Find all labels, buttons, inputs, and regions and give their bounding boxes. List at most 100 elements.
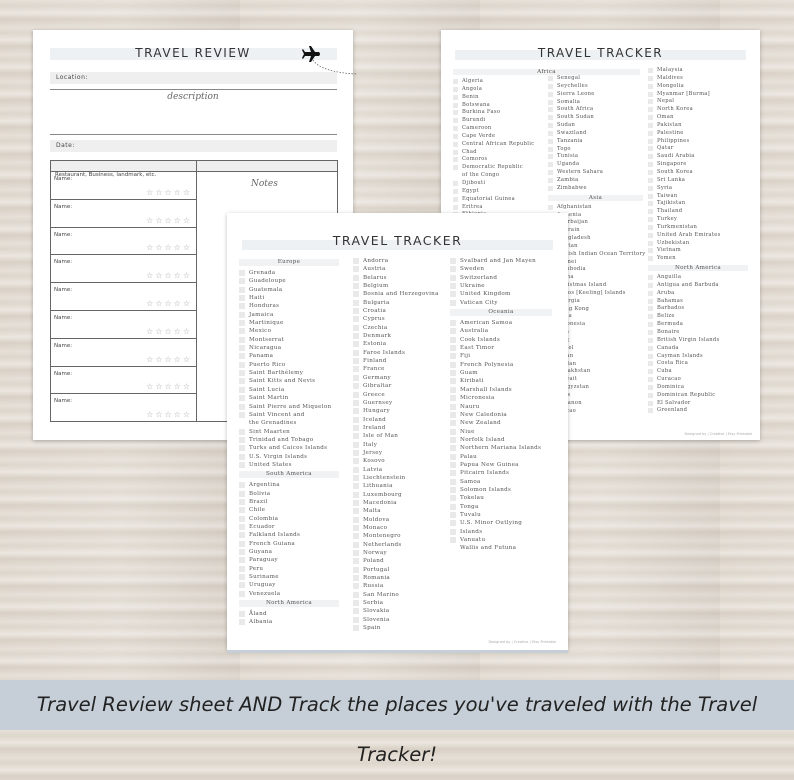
country-item[interactable]: Dominica	[648, 384, 748, 392]
checkbox[interactable]	[450, 395, 456, 402]
checkbox[interactable]	[648, 169, 653, 175]
checkbox[interactable]	[453, 180, 458, 186]
country-item[interactable]: Turkmenistan	[648, 224, 748, 232]
country-item[interactable]: Moldova	[353, 516, 453, 524]
country-item[interactable]: Slovenia	[353, 616, 453, 624]
checkbox[interactable]	[648, 224, 653, 230]
checkbox[interactable]	[648, 201, 653, 207]
checkbox[interactable]	[548, 154, 553, 160]
checkbox[interactable]	[648, 337, 653, 343]
checkbox[interactable]	[648, 314, 653, 320]
checkbox[interactable]	[353, 266, 359, 273]
country-item[interactable]: Greenland	[648, 407, 748, 415]
checkbox[interactable]	[648, 298, 653, 304]
country-item[interactable]: Belgium	[353, 282, 453, 290]
country-item[interactable]: Svalbard and Jan Mayen	[450, 257, 552, 265]
country-item[interactable]: Germany	[353, 374, 453, 382]
country-item[interactable]: Ukraine	[450, 282, 552, 290]
checkbox[interactable]	[648, 75, 653, 81]
country-item[interactable]: Wallis and Futuna	[450, 544, 552, 552]
country-item[interactable]: Nicaragua	[239, 344, 339, 352]
country-item[interactable]: Guadeloupe	[239, 277, 339, 285]
country-item[interactable]: Uganda	[548, 161, 643, 169]
country-item[interactable]: Czechia	[353, 324, 453, 332]
checkbox[interactable]	[453, 149, 458, 155]
checkbox[interactable]	[239, 278, 245, 285]
checkbox[interactable]	[453, 118, 458, 124]
checkbox[interactable]	[450, 411, 456, 418]
checkbox[interactable]	[353, 274, 359, 281]
review-entry[interactable]: Name: ☆☆☆☆☆	[51, 394, 196, 423]
checkbox[interactable]	[453, 126, 458, 132]
checkbox[interactable]	[353, 541, 359, 548]
checkbox[interactable]	[648, 345, 653, 351]
country-item[interactable]: Netherlands	[353, 541, 453, 549]
checkbox[interactable]	[353, 258, 359, 264]
country-item[interactable]: Australia	[450, 327, 552, 335]
checkbox[interactable]	[353, 550, 359, 557]
review-entry[interactable]: Name: ☆☆☆☆☆	[51, 228, 196, 256]
country-item[interactable]: Peru	[239, 565, 339, 573]
checkbox[interactable]	[353, 558, 359, 565]
checkbox[interactable]	[239, 428, 245, 435]
checkbox[interactable]	[353, 525, 359, 531]
checkbox[interactable]	[239, 461, 245, 468]
checkbox[interactable]	[239, 549, 245, 555]
checkbox[interactable]	[450, 336, 456, 343]
checkbox[interactable]	[450, 274, 456, 281]
checkbox[interactable]	[353, 600, 359, 607]
checkbox[interactable]	[450, 403, 456, 410]
country-item[interactable]: North Korea	[648, 106, 748, 114]
checkbox[interactable]	[353, 441, 359, 448]
checkbox[interactable]	[239, 303, 245, 310]
country-item[interactable]: Saint Martin	[239, 394, 339, 402]
checkbox[interactable]	[353, 466, 359, 473]
country-item[interactable]: Ecuador	[239, 523, 339, 531]
country-item[interactable]: Northern Mariana Islands	[450, 444, 552, 452]
country-item[interactable]: Myanmar [Burma]	[648, 91, 748, 99]
country-item[interactable]: Pitcairn Islands	[450, 469, 552, 477]
checkbox[interactable]	[648, 392, 653, 398]
review-entry[interactable]: Name: ☆☆☆☆☆	[51, 255, 196, 284]
checkbox[interactable]	[453, 79, 458, 84]
country-item[interactable]: Portugal	[353, 566, 453, 574]
checkbox[interactable]	[450, 258, 456, 264]
checkbox[interactable]	[648, 275, 653, 281]
checkbox[interactable]	[450, 470, 456, 477]
country-item[interactable]: Somalia	[548, 99, 643, 107]
country-item[interactable]: Samoa	[450, 478, 552, 486]
checkbox[interactable]	[648, 217, 653, 223]
country-item[interactable]: Malaysia	[648, 67, 748, 75]
country-item[interactable]: France	[353, 365, 453, 373]
checkbox[interactable]	[453, 110, 458, 116]
country-item[interactable]: Albania	[239, 618, 339, 626]
country-item[interactable]: Jersey	[353, 449, 453, 457]
checkbox[interactable]	[353, 299, 359, 306]
review-entry[interactable]: Name: ☆☆☆☆☆	[51, 339, 196, 367]
country-item[interactable]: Guatemala	[239, 286, 339, 294]
review-entry[interactable]: Name: ☆☆☆☆☆	[51, 283, 196, 311]
country-item[interactable]: Martinique	[239, 319, 339, 327]
country-item[interactable]: Suriname	[239, 573, 339, 581]
country-item[interactable]: Colombia	[239, 515, 339, 523]
checkbox[interactable]	[548, 130, 553, 136]
checkbox[interactable]	[648, 330, 653, 335]
country-item[interactable]: Norfolk Island	[450, 436, 552, 444]
country-item[interactable]: Switzerland	[450, 274, 552, 282]
country-item[interactable]: Senegal	[548, 75, 643, 83]
checkbox[interactable]	[239, 590, 245, 597]
checkbox[interactable]	[450, 328, 456, 335]
checkbox[interactable]	[548, 146, 553, 152]
country-item[interactable]: San Marino	[353, 591, 453, 599]
checkbox[interactable]	[450, 291, 456, 298]
country-item[interactable]: Vietnam	[648, 247, 748, 255]
country-item[interactable]: Sudan	[548, 122, 643, 130]
country-item[interactable]: Palau	[450, 453, 552, 461]
checkbox[interactable]	[239, 515, 245, 522]
checkbox[interactable]	[453, 94, 458, 100]
star-rating[interactable]: ☆☆☆☆☆	[146, 188, 192, 197]
country-item[interactable]: Taiwan	[648, 193, 748, 201]
checkbox[interactable]	[648, 232, 653, 238]
checkbox[interactable]	[450, 320, 456, 327]
review-entry[interactable]: Name: ☆☆☆☆☆	[51, 200, 196, 228]
